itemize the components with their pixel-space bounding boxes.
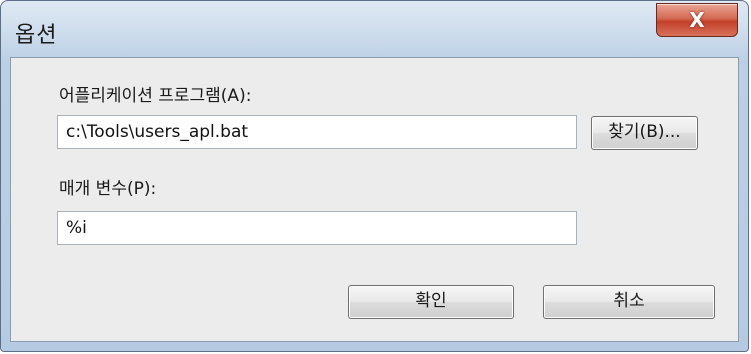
close-icon: X [689,8,705,32]
ok-button[interactable]: 확인 [348,285,514,319]
application-program-input[interactable]: c:\Tools\users_apl.bat [57,115,577,149]
parameter-input[interactable]: %i [57,211,577,245]
close-button[interactable]: X [656,3,738,37]
dialog-content: 어플리케이션 프로그램(A): c:\Tools\users_apl.bat 찾… [10,57,739,342]
title-bar[interactable]: 옵션 X [1,1,748,57]
application-program-label: 어플리케이션 프로그램(A): [59,86,252,106]
options-dialog: 옵션 X 어플리케이션 프로그램(A): c:\Tools\users_apl.… [0,0,749,352]
browse-button[interactable]: 찾기(B)... [591,116,698,150]
parameter-label: 매개 변수(P): [59,179,157,199]
cancel-button[interactable]: 취소 [543,285,715,319]
dialog-title: 옵션 [15,23,58,48]
